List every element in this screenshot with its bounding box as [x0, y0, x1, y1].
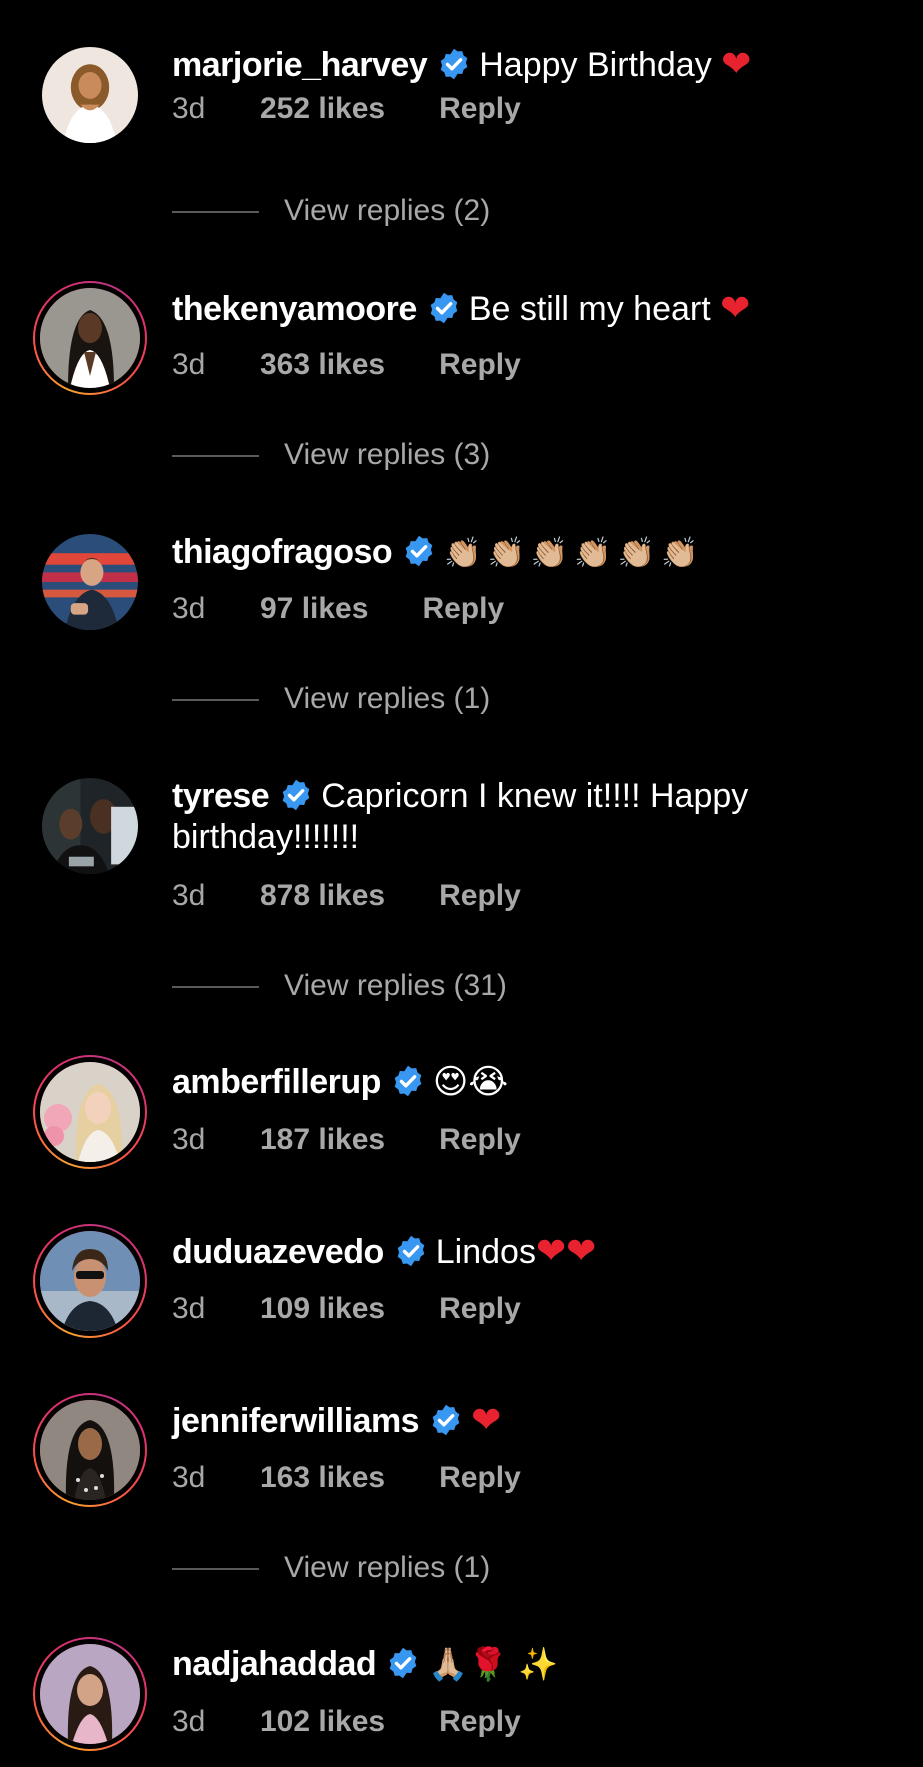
username[interactable]: marjorie_harvey [172, 46, 428, 84]
view-replies-label: View replies (3) [284, 438, 491, 471]
likes-count[interactable]: 97 likes [260, 591, 368, 627]
avatar-image [42, 534, 138, 630]
comment-emoji: ❤❤ [535, 1231, 597, 1272]
reply-button[interactable]: Reply [439, 1704, 521, 1740]
comment-body: duduazevedo Lindos❤❤ [172, 1231, 902, 1273]
divider [172, 986, 259, 989]
likes-count[interactable]: 363 likes [260, 347, 385, 383]
comment-time: 3d [172, 879, 206, 912]
likes-count[interactable]: 252 likes [260, 91, 385, 127]
divider [172, 1568, 259, 1571]
comment-time: 3d [172, 348, 206, 381]
avatar[interactable] [33, 525, 147, 639]
view-replies-button[interactable]: View replies (3) [172, 437, 490, 473]
username[interactable]: thekenyamoore [172, 290, 417, 328]
avatar-image [42, 47, 138, 143]
comment-emoji: 🙏🏼🌹 ✨ [428, 1645, 558, 1683]
likes-count[interactable]: 878 likes [260, 878, 385, 914]
verified-badge-icon [437, 47, 471, 81]
username[interactable]: tyrese [172, 777, 270, 815]
comment-meta: 3d 102 likes Reply [172, 1704, 521, 1740]
username[interactable]: amberfillerup [172, 1063, 381, 1101]
username[interactable]: duduazevedo [172, 1233, 384, 1271]
avatar-image [42, 778, 138, 874]
view-replies-button[interactable]: View replies (2) [172, 193, 490, 229]
reply-button[interactable]: Reply [439, 1460, 521, 1496]
comment-meta: 3d 252 likes Reply [172, 91, 521, 127]
reply-button[interactable]: Reply [439, 347, 521, 383]
view-replies-label: View replies (31) [284, 969, 507, 1002]
verified-badge-icon [391, 1064, 425, 1098]
avatar[interactable] [33, 1055, 147, 1169]
likes-count[interactable]: 102 likes [260, 1704, 385, 1740]
comment-meta: 3d 187 likes Reply [172, 1122, 521, 1158]
view-replies-label: View replies (1) [284, 682, 491, 715]
divider [172, 455, 259, 458]
reply-button[interactable]: Reply [439, 1122, 521, 1158]
comment-emoji: ❤ [471, 1400, 502, 1441]
verified-badge-icon [386, 1646, 420, 1680]
comment-meta: 3d 109 likes Reply [172, 1291, 521, 1327]
comment-emoji: ❤ [721, 44, 752, 85]
comment-emoji: ❤ [720, 288, 751, 329]
view-replies-button[interactable]: View replies (1) [172, 681, 490, 717]
comment-meta: 3d 878 likes Reply [172, 878, 521, 914]
avatar-image [40, 1062, 140, 1162]
reply-button[interactable]: Reply [439, 878, 521, 914]
avatar[interactable] [33, 769, 147, 883]
comment-time: 3d [172, 1292, 206, 1325]
comment-body: tyrese Capricorn I knew it!!!! Happy birt… [172, 776, 902, 858]
comment-body: nadjahaddad 🙏🏼🌹 ✨ [172, 1644, 902, 1685]
avatar[interactable] [33, 38, 147, 152]
comment-body: amberfillerup 😍😭 [172, 1062, 902, 1103]
username[interactable]: nadjahaddad [172, 1645, 377, 1683]
comments-list: marjorie_harvey Happy Birthday ❤ 3d 252 li… [0, 0, 923, 1767]
comment-meta: 3d 97 likes Reply [172, 591, 504, 627]
view-replies-button[interactable]: View replies (31) [172, 968, 507, 1004]
username[interactable]: thiagofragoso [172, 533, 393, 571]
comment-emoji: 👏🏼👏🏼👏🏼👏🏼👏🏼👏🏼 [444, 536, 705, 571]
view-replies-label: View replies (1) [284, 1551, 491, 1584]
comment-body: jenniferwilliams ❤ [172, 1400, 902, 1442]
comment-time: 3d [172, 592, 206, 625]
comment-body: marjorie_harvey Happy Birthday ❤ [172, 44, 902, 86]
comment-time: 3d [172, 1461, 206, 1494]
comment-body: thiagofragoso 👏🏼👏🏼👏🏼👏🏼👏🏼👏🏼 [172, 532, 902, 574]
divider [172, 699, 259, 702]
comment-time: 3d [172, 1123, 206, 1156]
avatar-image [40, 1400, 140, 1500]
username[interactable]: jenniferwilliams [172, 1402, 420, 1440]
comment-meta: 3d 163 likes Reply [172, 1460, 521, 1496]
avatar[interactable] [33, 1393, 147, 1507]
divider [172, 211, 259, 214]
likes-count[interactable]: 187 likes [260, 1122, 385, 1158]
comment-text: Be still my heart [468, 290, 721, 328]
verified-badge-icon [394, 1234, 428, 1268]
reply-button[interactable]: Reply [422, 591, 504, 627]
verified-badge-icon [427, 291, 461, 325]
comment-text: Happy Birthday [479, 46, 722, 84]
reply-button[interactable]: Reply [439, 1291, 521, 1327]
likes-count[interactable]: 109 likes [260, 1291, 385, 1327]
avatar-image [40, 1231, 140, 1331]
view-replies-label: View replies (2) [284, 194, 491, 227]
likes-count[interactable]: 163 likes [260, 1460, 385, 1496]
comment-meta: 3d 363 likes Reply [172, 347, 521, 383]
verified-badge-icon [279, 778, 313, 812]
verified-badge-icon [429, 1403, 463, 1437]
reply-button[interactable]: Reply [439, 91, 521, 127]
avatar-image [40, 288, 140, 388]
view-replies-button[interactable]: View replies (1) [172, 1550, 490, 1586]
comment-time: 3d [172, 92, 206, 125]
avatar[interactable] [33, 1637, 147, 1751]
verified-badge-icon [402, 534, 436, 568]
comment-emoji: 😍😭 [432, 1062, 509, 1102]
comment-text: Lindos [435, 1233, 536, 1271]
avatar[interactable] [33, 281, 147, 395]
avatar[interactable] [33, 1224, 147, 1338]
comment-time: 3d [172, 1705, 206, 1738]
comment-body: thekenyamoore Be still my heart ❤ [172, 288, 902, 330]
avatar-image [40, 1644, 140, 1744]
